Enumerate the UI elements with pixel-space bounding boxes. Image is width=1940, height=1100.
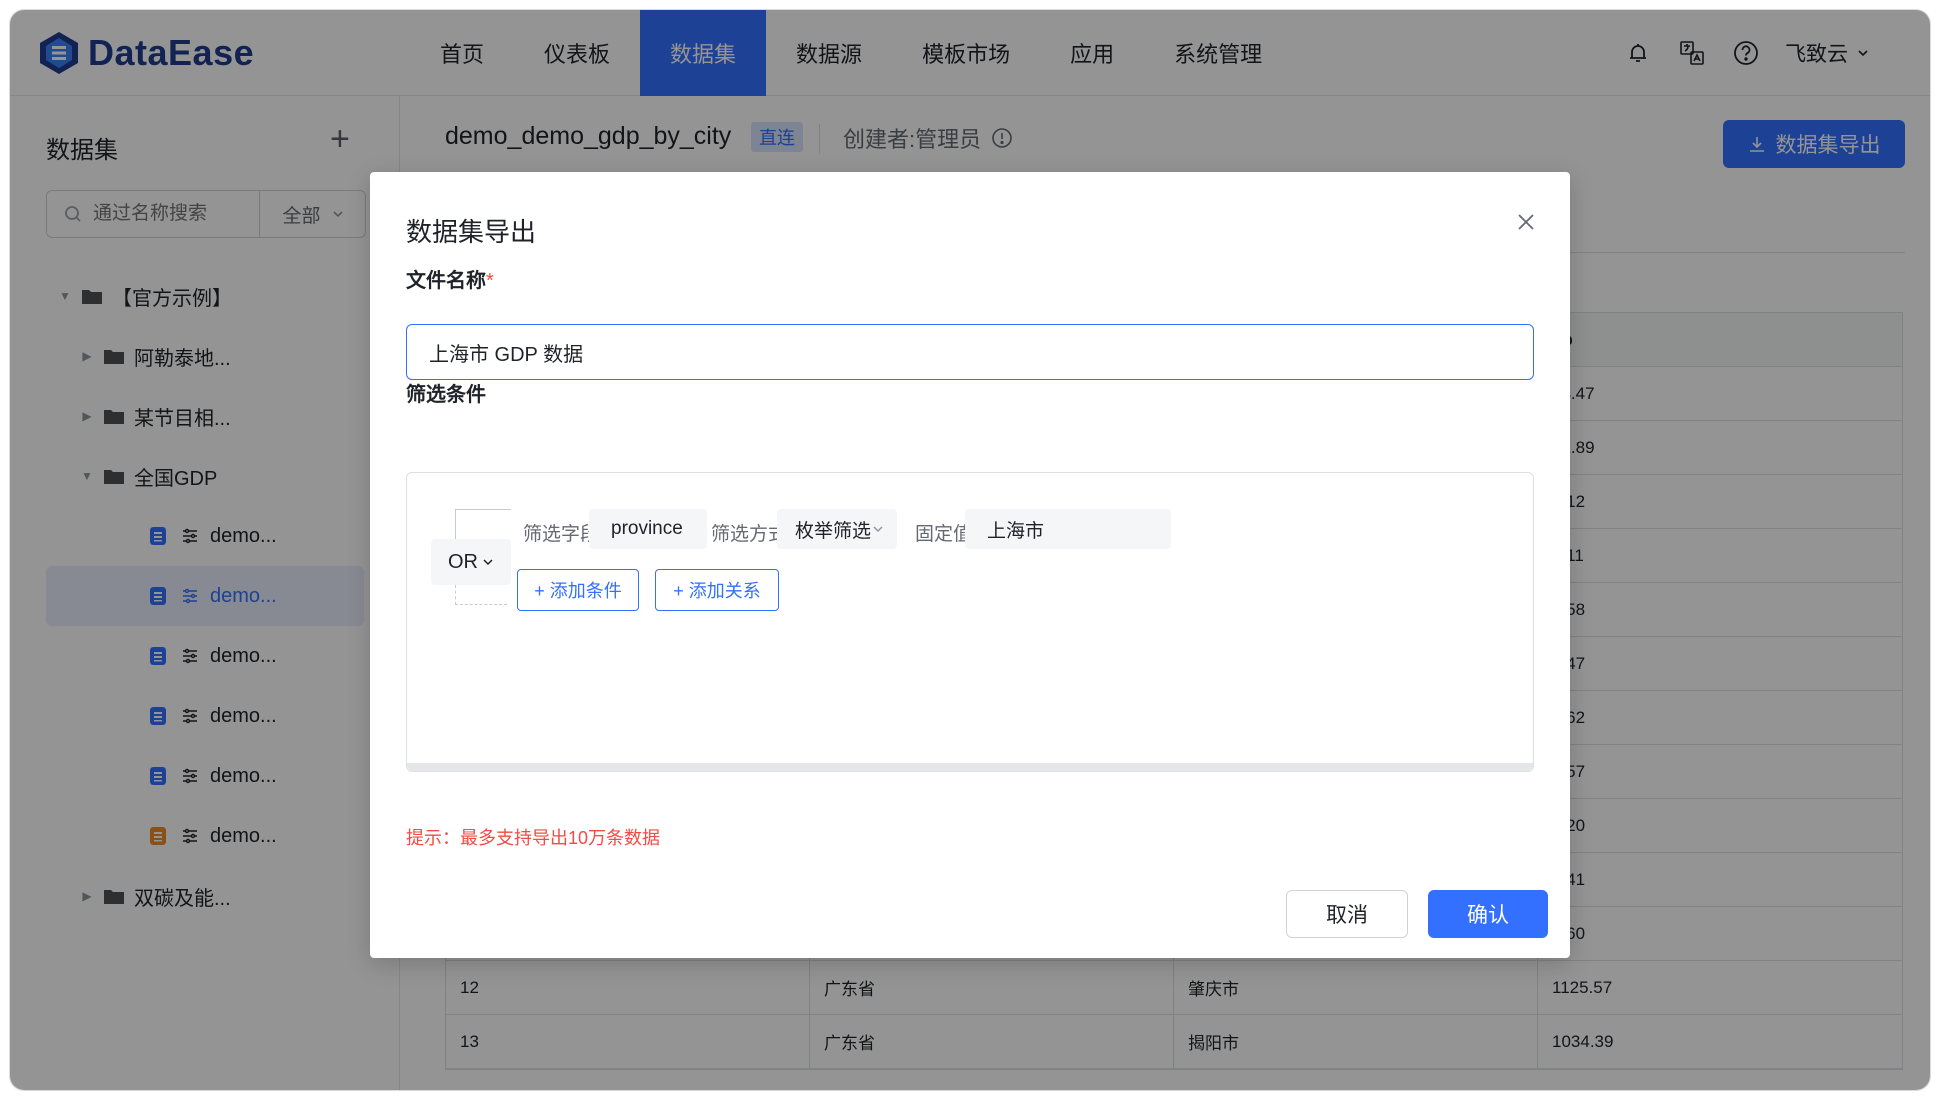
fixed-value-text: 上海市 (987, 520, 1045, 542)
filter-label: 筛选条件 (406, 384, 486, 406)
filter-field-select[interactable]: province (589, 509, 707, 549)
logic-operator-label: OR (448, 550, 478, 573)
horizontal-scrollbar[interactable] (407, 763, 1533, 771)
logic-operator-select[interactable]: OR (431, 539, 511, 585)
chevron-down-icon (873, 526, 883, 533)
connector-line (455, 585, 507, 605)
close-icon[interactable] (1514, 210, 1538, 234)
add-relation-button[interactable]: + 添加关系 (655, 569, 779, 611)
dialog-title: 数据集导出 (406, 217, 537, 247)
add-condition-button[interactable]: + 添加条件 (517, 569, 639, 611)
connector-line (455, 509, 511, 539)
filter-mode-label: 筛选方式 (711, 524, 788, 545)
fixed-value-input[interactable]: 上海市 (965, 509, 1171, 549)
app-window: DataEase 首页 仪表板 数据集 数据源 模板市场 应用 系统管理 飞致云 (10, 10, 1930, 1090)
chevron-down-icon (483, 559, 493, 566)
required-mark: * (486, 270, 494, 292)
fixed-value-label: 固定值 (915, 524, 973, 545)
export-limit-hint: 提示：最多支持导出10万条数据 (406, 828, 661, 848)
file-name-input[interactable] (429, 340, 1509, 364)
file-name-label-text: 文件名称 (406, 270, 486, 292)
file-name-label: 文件名称* (406, 264, 494, 293)
filter-field-label: 筛选字段 (523, 524, 600, 545)
filter-mode-select[interactable]: 枚举筛选 (777, 509, 897, 549)
export-dialog: 数据集导出 文件名称* 筛选条件 OR 筛选字段 province 筛选方式 枚… (370, 172, 1570, 958)
file-name-field[interactable] (406, 324, 1534, 380)
filter-mode-value: 枚举筛选 (795, 520, 872, 542)
cancel-button[interactable]: 取消 (1286, 890, 1408, 938)
filter-field-value: province (611, 518, 683, 539)
confirm-button[interactable]: 确认 (1428, 890, 1548, 938)
filter-conditions-panel: OR 筛选字段 province 筛选方式 枚举筛选 固定值 上海市 + 添加条… (406, 472, 1534, 772)
